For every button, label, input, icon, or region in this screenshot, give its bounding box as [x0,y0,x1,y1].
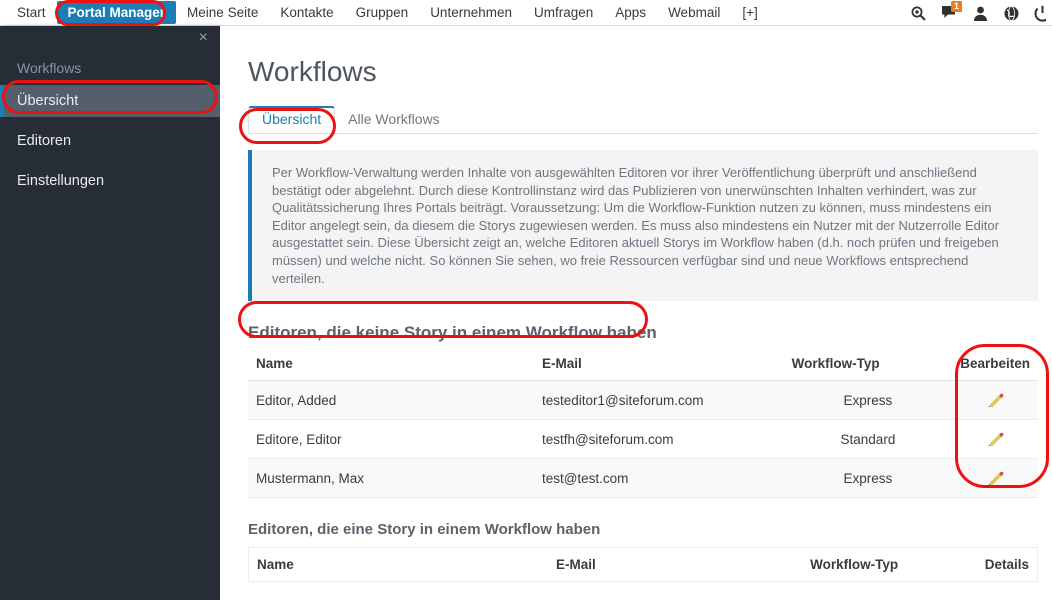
column-header-name: Name [248,347,534,382]
top-nav-items: Start Portal Manager Meine Seite Kontakte Gr… [0,0,769,26]
cell-workflow-type: Express [783,380,953,421]
cell-name: Editore, Editor [248,419,534,460]
column-header-type: Workflow-Typ [802,548,977,583]
cell-email[interactable]: testeditor1@siteforum.com [533,380,784,421]
power-icon[interactable] [1034,5,1046,22]
cell-workflow-type: Express [783,458,953,499]
cell-name: Editor, Added [248,380,534,421]
nav-item-kontakte[interactable]: Kontakte [269,1,344,24]
section-title-no-story: Editoren, die keine Story in einem Workf… [248,323,657,343]
cell-edit[interactable] [952,458,1038,499]
section-title-with-story: Editoren, die eine Story in einem Workfl… [248,521,601,539]
sidebar-item-einstellungen[interactable]: Einstellungen [0,165,220,197]
message-icon[interactable]: 1 [941,0,962,22]
cell-email[interactable]: test@test.com [533,458,784,499]
table-row: Editor, Added testeditor1@siteforum.com Ex… [248,380,1038,421]
table-with-story-wrapper: Name E-Mail Workflow-Typ Details [248,547,1038,583]
table-header-row: Name E-Mail Workflow-Typ Bearbeiten [248,347,1038,382]
sidebar-item-editoren[interactable]: Editoren [0,125,220,157]
table-no-story-wrapper: Name E-Mail Workflow-Typ Bearbeiten Edit… [248,347,1038,499]
user-icon[interactable] [972,5,989,22]
nav-item-[interactable]: [+] [731,1,768,24]
main-content: Workflows Übersicht Alle Workflows Per Wo… [220,26,1052,600]
nav-item-meine-seite[interactable]: Meine Seite [176,1,269,24]
table-header-row: Name E-Mail Workflow-Typ Details [249,548,1037,583]
nav-item-gruppen[interactable]: Gruppen [345,1,420,24]
column-header-type: Workflow-Typ [783,347,953,382]
tab--bersicht[interactable]: Übersicht [248,106,336,133]
column-header-email: E-Mail [533,347,784,382]
table-with-story: Name E-Mail Workflow-Typ Details [249,548,1037,583]
column-header-name: Name [249,548,548,583]
nav-item-unternehmen[interactable]: Unternehmen [419,1,523,24]
cell-edit[interactable] [952,380,1038,421]
cell-edit[interactable] [952,419,1038,460]
info-box: Per Workflow-Verwaltung werden Inhalte v… [248,150,1038,302]
pencil-icon[interactable] [985,390,1005,410]
sidebar-items: Übersicht Editoren Einstellungen [0,85,220,197]
pencil-icon[interactable] [985,468,1005,488]
sidebar-item--bersicht[interactable]: Übersicht [0,85,220,117]
nav-item-start[interactable]: Start [6,1,57,24]
sidebar-title: Workflows [17,60,82,76]
cell-name: Mustermann, Max [248,458,534,499]
table-row: Editore, Editor testfh@siteforum.com Stand… [248,419,1038,460]
top-navigation-bar: Start Portal Manager Meine Seite Kontakte Gr… [0,0,1052,26]
top-nav-icons: 1 [910,0,1050,26]
sidebar: × Workflows Übersicht Editoren Einstellung… [0,26,220,600]
close-icon[interactable]: × [199,30,208,46]
table-no-story: Name E-Mail Workflow-Typ Bearbeiten Edit… [248,347,1038,499]
tab-alle-workflows[interactable]: Alle Workflows [335,107,453,132]
nav-item-apps[interactable]: Apps [604,1,657,24]
nav-item-webmail[interactable]: Webmail [657,1,731,24]
search-icon[interactable] [910,5,927,22]
cell-workflow-type: Standard [783,419,953,460]
tab-strip: Übersicht Alle Workflows [248,106,1038,134]
table-no-story-body: Editor, Added testeditor1@siteforum.com Ex… [248,380,1038,499]
pencil-icon[interactable] [985,429,1005,449]
column-header-details: Details [976,548,1037,583]
table-row: Mustermann, Max test@test.com Express [248,458,1038,499]
cell-email[interactable]: testfh@siteforum.com [533,419,784,460]
column-header-email: E-Mail [547,548,803,583]
message-count-badge: 1 [951,0,962,12]
nav-item-portal-manager[interactable]: Portal Manager [56,1,177,24]
nav-item-umfragen[interactable]: Umfragen [523,1,604,24]
column-header-edit: Bearbeiten [952,347,1038,382]
globe-icon[interactable] [1003,5,1020,22]
page-title: Workflows [248,56,377,87]
